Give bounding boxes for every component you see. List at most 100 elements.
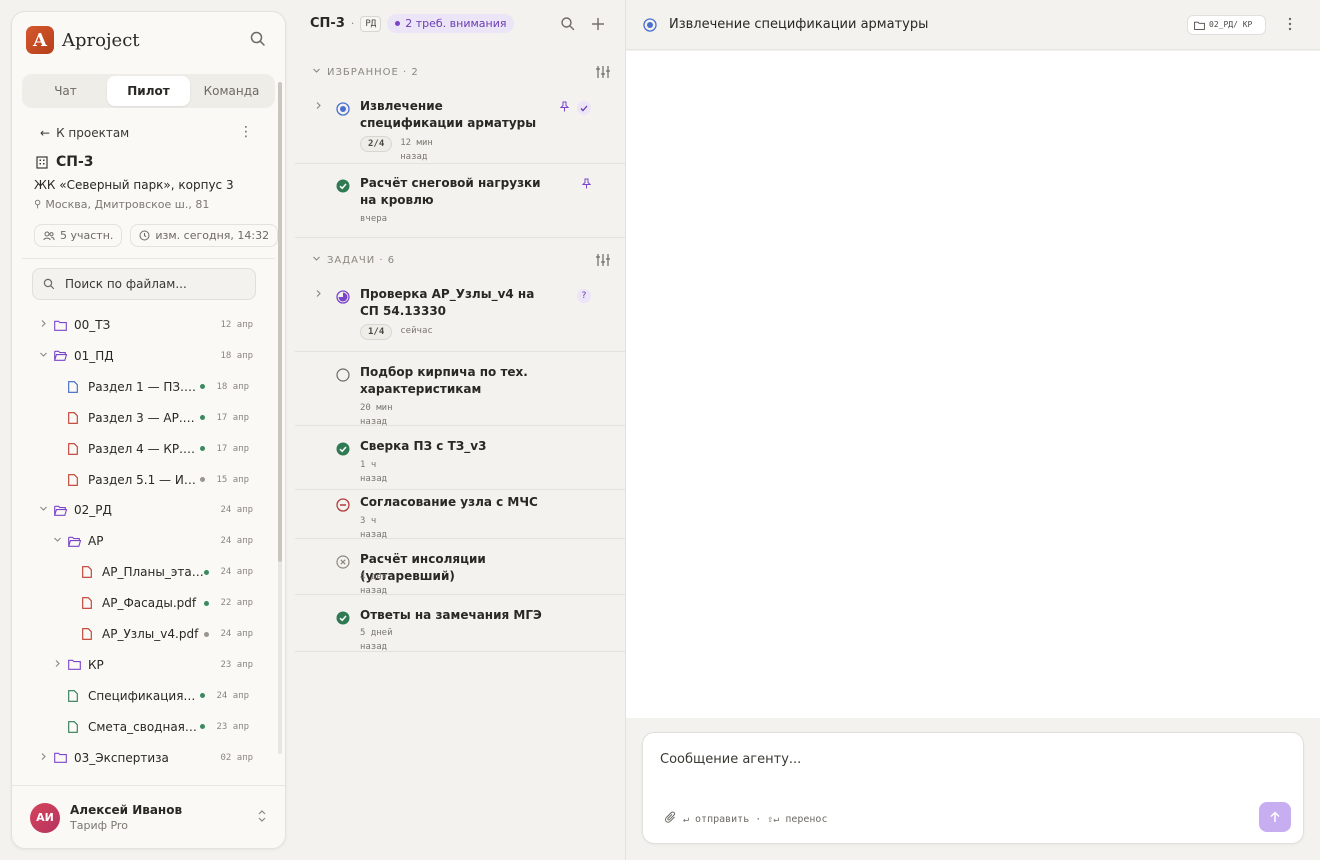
tree-folder[interactable]: 01_ПД 18 апр — [12, 341, 275, 371]
tree-file[interactable]: Раздел 5.1 — ИОС.pdf 15 апр — [12, 465, 275, 495]
tree-folder[interactable]: КР 23 апр — [12, 650, 275, 680]
filter-icon[interactable] — [595, 64, 611, 83]
folder-open-icon — [54, 350, 68, 362]
pin-icon[interactable] — [559, 101, 570, 115]
tree-folder[interactable]: 03_Экспертиза 02 апр — [12, 743, 275, 773]
task-item[interactable]: Расчёт инсоляции (устаревший) 4 дня назад — [295, 548, 626, 596]
message-composer[interactable]: Сообщение агенту... ↵ отправить · ⇧↵ пер… — [642, 732, 1304, 844]
task-actions: ? — [577, 289, 591, 303]
chevron-right-icon[interactable] — [314, 101, 323, 113]
task-time: 4 дня назад — [360, 572, 388, 596]
tree-item-name: КР — [88, 657, 104, 672]
send-button[interactable] — [1259, 802, 1291, 832]
modified-text: изм. сегодня, 14:32 — [155, 229, 270, 242]
task-meta: 5 дней назад — [360, 626, 408, 654]
plus-icon[interactable] — [590, 16, 606, 36]
pdf-file-icon — [68, 473, 82, 486]
user-info: Алексей Иванов Тариф Pro — [70, 803, 182, 832]
task-item[interactable]: Ответы на замечания МГЭ 5 дней назад — [295, 604, 626, 652]
search-icon[interactable] — [249, 30, 269, 50]
paperclip-icon[interactable] — [665, 811, 677, 827]
chevron-down-icon[interactable] — [38, 504, 48, 516]
filter-icon[interactable] — [595, 252, 611, 271]
project-address-text: Москва, Дмитровское ш., 81 — [45, 198, 210, 211]
chevron-right-icon[interactable] — [314, 289, 323, 301]
synced-dot — [200, 446, 205, 452]
tasks-section-header[interactable]: ЗАДАЧИ · 6 — [312, 254, 395, 266]
chevron-right-icon[interactable] — [38, 319, 48, 331]
members-chip[interactable]: 5 участн. — [34, 224, 123, 247]
task-title: Извлечение спецификации арматуры — [360, 99, 537, 130]
task-item[interactable]: Согласование узла с МЧС 3 ч назад — [295, 491, 626, 540]
synced-dot — [200, 693, 205, 699]
pdf-file-icon — [82, 628, 96, 640]
tab-pilot[interactable]: Пилот — [107, 76, 190, 106]
tree-item-date: 22 апр — [220, 598, 253, 609]
chevron-down-icon[interactable] — [52, 535, 62, 547]
tree-file[interactable]: Смета_сводная.xlsx 23 апр — [12, 712, 275, 742]
project-menu-icon[interactable]: ⋮ — [239, 125, 253, 139]
project-chips: 5 участн. изм. сегодня, 14:32 — [34, 224, 279, 247]
conversation-title-text: Извлечение спецификации арматуры — [669, 17, 929, 32]
synced-dot — [200, 724, 205, 730]
brand[interactable]: A Aproject — [26, 26, 140, 54]
running-status-icon — [643, 17, 657, 32]
conversation-title: Извлечение спецификации арматуры — [643, 17, 928, 32]
chevron-down-icon — [312, 66, 321, 78]
tree-file[interactable]: Спецификация_v2.xlsx 24 апр — [12, 681, 275, 711]
favorites-section-header[interactable]: ИЗБРАННОЕ · 2 — [312, 66, 419, 78]
attention-badge[interactable]: 2 треб. внимания — [387, 14, 515, 33]
task-item[interactable]: Извлечение спецификации арматуры 2/4 12 ми… — [295, 95, 626, 164]
task-actions — [559, 101, 591, 115]
user-profile[interactable]: АИ Алексей Иванов Тариф Pro — [12, 785, 285, 848]
pdf-file-icon — [82, 566, 96, 579]
task-item[interactable]: Подбор кирпича по тех. характеристикам 20… — [295, 361, 626, 427]
chevron-right-icon[interactable] — [52, 659, 62, 671]
tree-file[interactable]: Раздел 4 — КР.pdf 17 апр — [12, 434, 275, 464]
tree-file[interactable]: АР_Узлы_v4.pdf 24 апр — [12, 619, 275, 649]
tab-chat[interactable]: Чат — [24, 76, 107, 106]
arrow-up-icon — [1270, 811, 1280, 822]
folder-path-chip[interactable]: 02_РД/ КР — [1187, 15, 1266, 35]
tree-file[interactable]: Раздел 3 — АР.pdf 17 апр — [12, 403, 275, 433]
chevron-right-icon[interactable] — [38, 752, 48, 764]
pin-icon[interactable] — [581, 178, 592, 192]
folder-icon — [68, 659, 82, 671]
task-time: 1 ч назад — [360, 460, 388, 484]
tree-item-date: 17 апр — [216, 443, 249, 454]
tree-file[interactable]: АР_Фасады.pdf 22 апр — [12, 588, 275, 618]
members-text: 5 участн. — [60, 229, 114, 242]
question-badge[interactable]: ? — [577, 289, 591, 303]
tree-item-name: АР_Узлы_v4.pdf — [102, 627, 199, 641]
more-menu-icon[interactable] — [1288, 17, 1292, 31]
back-to-projects-link[interactable]: ← К проектам — [40, 126, 129, 140]
doc-file-icon — [68, 380, 82, 393]
check-icon[interactable] — [577, 101, 591, 115]
tree-folder[interactable]: 00_ТЗ 12 апр — [12, 310, 275, 340]
mode-tabs: Чат Пилот Команда — [22, 74, 275, 108]
synced-dot — [204, 600, 209, 606]
tree-file[interactable]: Раздел 1 — ПЗ.docx 18 апр — [12, 372, 275, 402]
tree-folder[interactable]: АР 24 апр — [12, 526, 275, 556]
task-item[interactable]: Расчёт снеговой нагрузки на кровлю вчера — [295, 172, 626, 238]
tree-folder[interactable]: 02_РД 24 апр — [12, 495, 275, 525]
chevron-down-icon[interactable] — [38, 350, 48, 362]
scroll-thumb[interactable] — [278, 82, 282, 562]
file-search-input[interactable]: Поиск по файлам... — [32, 268, 256, 300]
tree-item-date: 12 апр — [220, 320, 253, 330]
tab-team[interactable]: Команда — [190, 76, 273, 106]
task-meta: вчера — [360, 212, 408, 226]
sidebar-scrollbar[interactable] — [278, 82, 282, 754]
search-icon — [43, 278, 55, 290]
task-item[interactable]: Сверка ПЗ с ТЗ_v3 1 ч назад — [295, 435, 626, 490]
chevron-up-down-icon[interactable] — [257, 809, 267, 826]
conversation-header: Извлечение спецификации арматуры 02_РД/ … — [626, 0, 1320, 50]
task-item[interactable]: Проверка АР_Узлы_v4 на СП 54.13330 1/4 сей… — [295, 283, 626, 352]
composer-placeholder[interactable]: Сообщение агенту... — [660, 752, 801, 767]
tree-item-name: Раздел 4 — КР.pdf — [88, 441, 200, 456]
spreadsheet-file-icon — [68, 720, 82, 733]
stage-tag[interactable]: РД — [360, 15, 382, 32]
tree-file[interactable]: АР_Планы_этажей.pdf 24 апр — [12, 557, 275, 587]
avatar: АИ — [30, 802, 60, 833]
search-icon[interactable] — [560, 16, 576, 36]
